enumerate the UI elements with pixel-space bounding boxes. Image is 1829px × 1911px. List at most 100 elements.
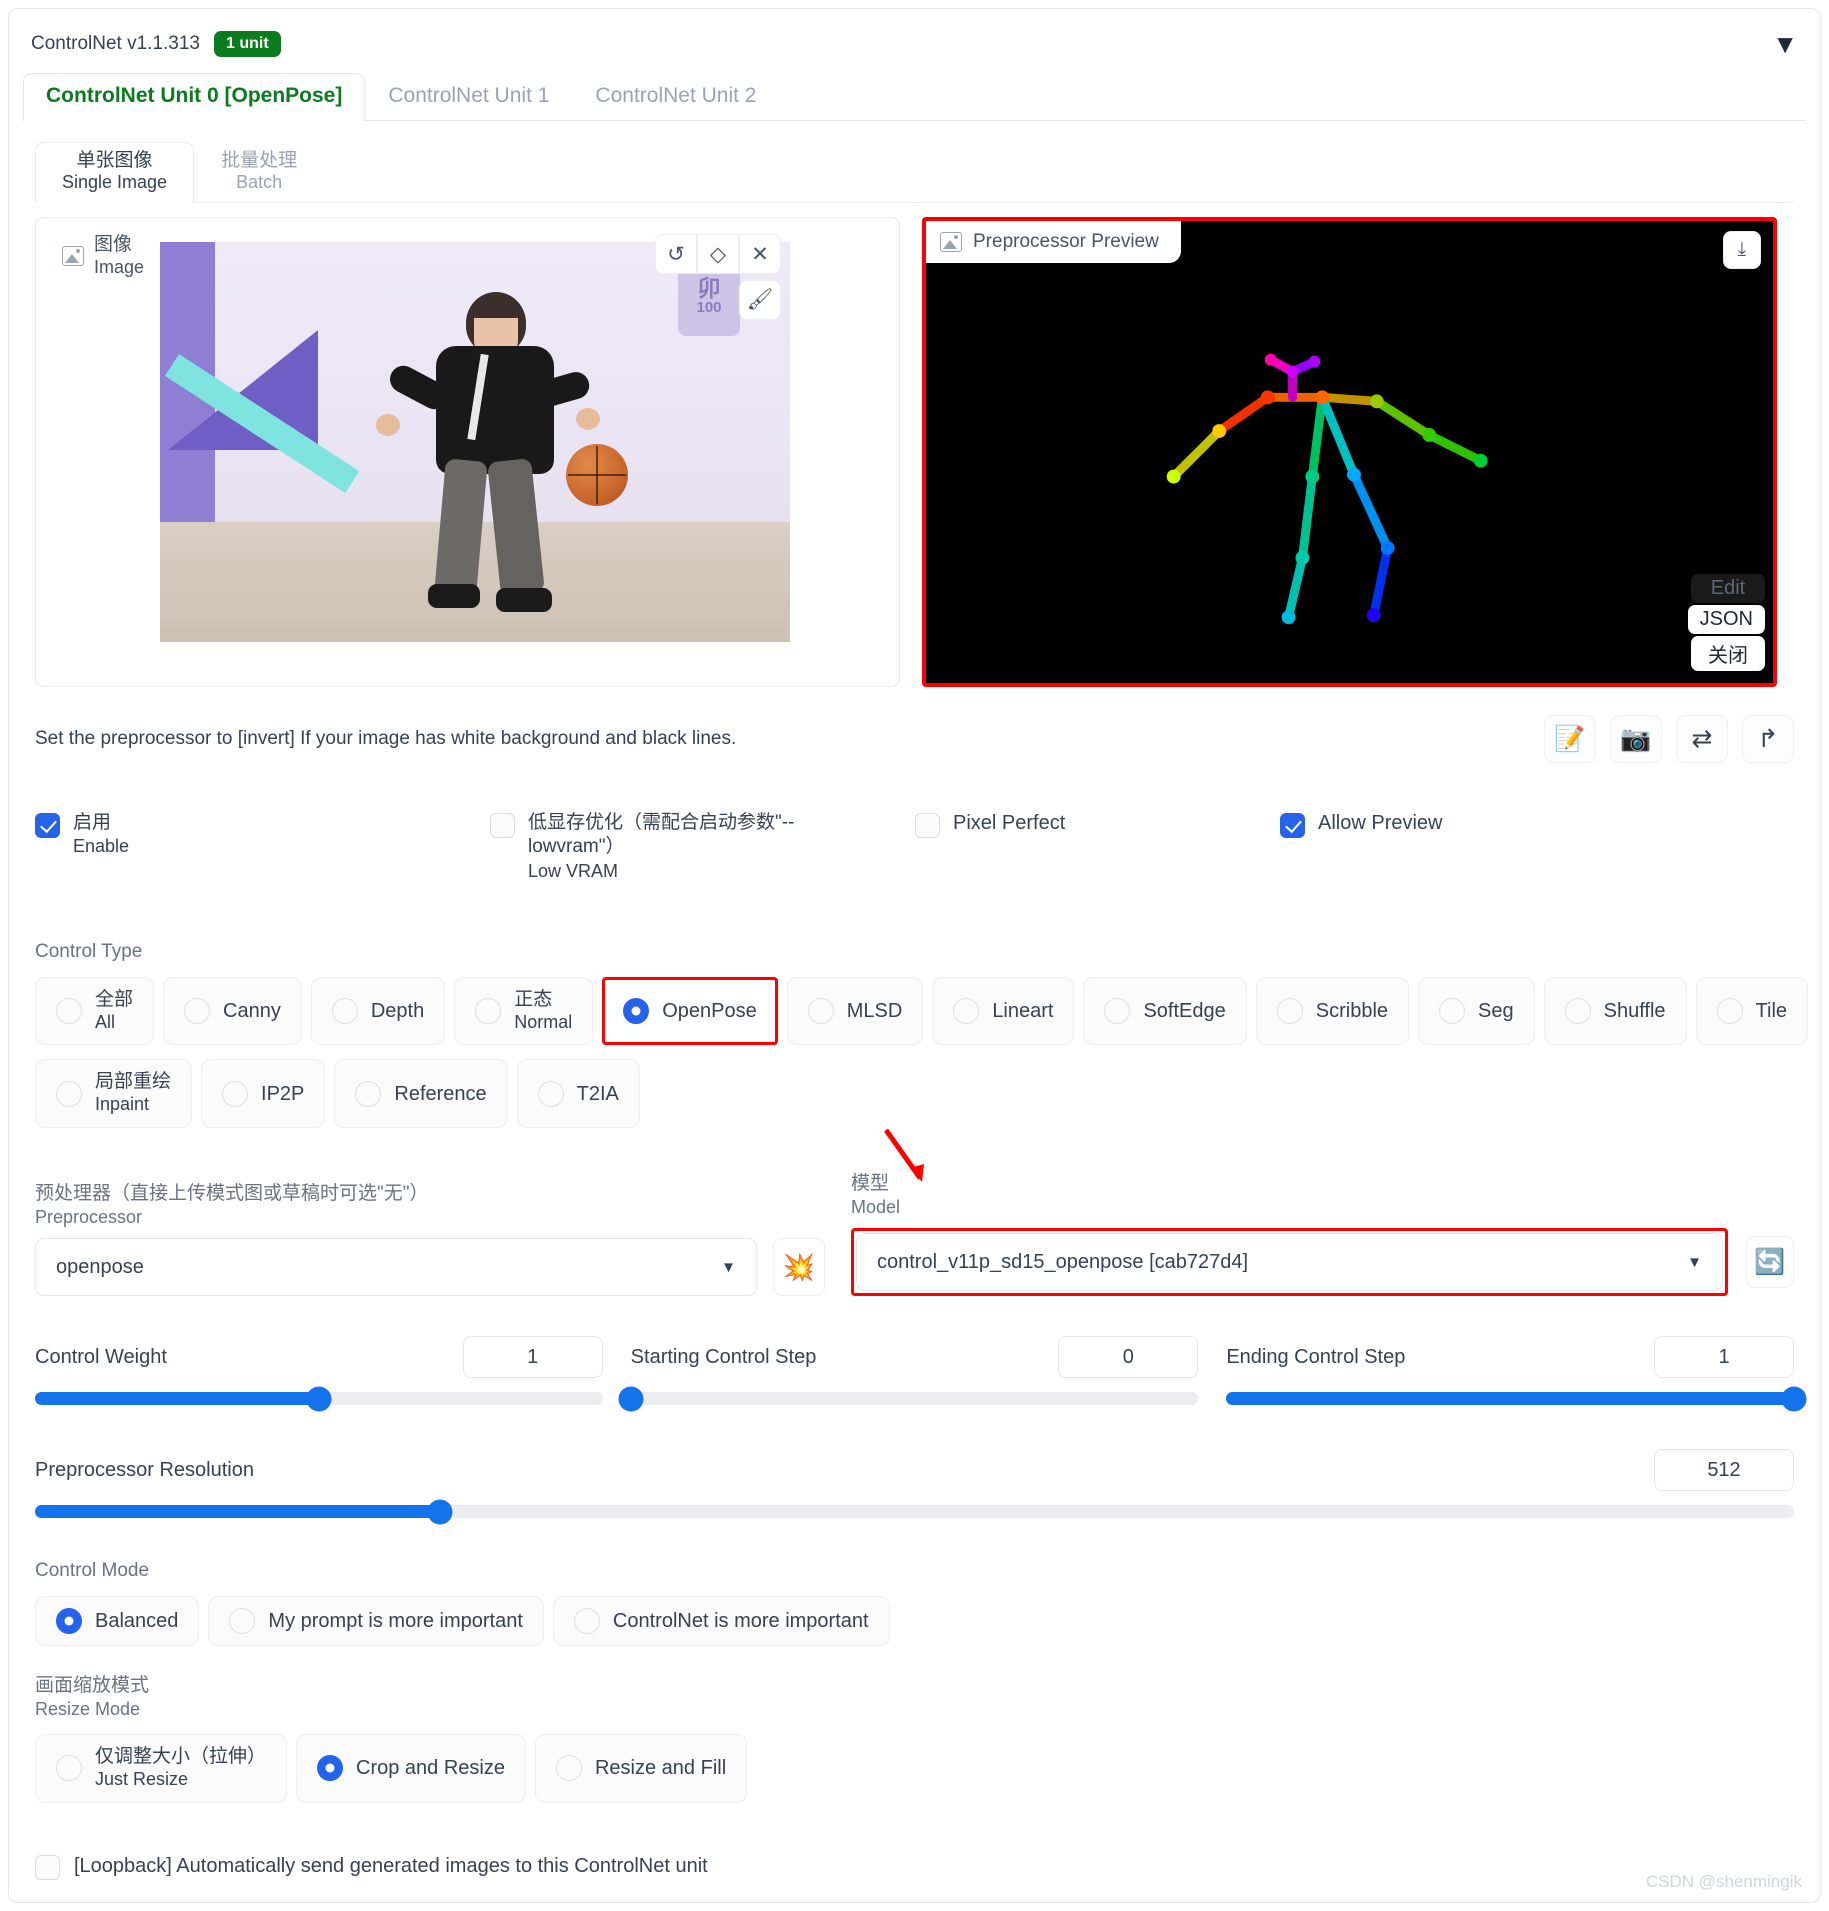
preprocessor-preview-box[interactable]: Preprocessor Preview ⤓ Edit JSON 关闭 [922, 217, 1777, 687]
preprocessor-value: openpose [56, 1255, 144, 1278]
checkbox-pixel-perfect-box[interactable] [915, 813, 940, 838]
radio-just-resize[interactable] [56, 1755, 82, 1782]
radio-resize-and-fill[interactable] [555, 1755, 582, 1782]
checkbox-allow-preview-box[interactable] [1280, 813, 1305, 838]
control-mode-prompt-important[interactable]: My prompt is more important [208, 1596, 544, 1647]
run-preprocessor-button[interactable]: 💥 [773, 1238, 825, 1297]
model-select[interactable]: control_v11p_sd15_openpose [cab727d4] ▼ [856, 1233, 1723, 1292]
radio-normal[interactable] [475, 998, 502, 1025]
send-icon[interactable]: ↱ [1742, 715, 1794, 763]
control-type-ip2p[interactable]: IP2P [201, 1059, 326, 1128]
starting-step-value[interactable]: 0 [1058, 1336, 1199, 1379]
image-upload-box[interactable]: 图像 Image 卯 100 ↺ ◇ ✕ 🖌 [35, 217, 900, 687]
preview-label: Preprocessor Preview [973, 231, 1159, 252]
model-group: 模型 Model control_v11p_sd15_openpose [cab… [851, 1172, 1794, 1297]
radio-controlnet-important[interactable] [573, 1608, 600, 1635]
checkbox-pixel-perfect-label: Pixel Perfect [953, 812, 1066, 834]
radio-reference[interactable] [355, 1080, 382, 1107]
resize-mode-resize-and-fill[interactable]: Resize and Fill [534, 1734, 748, 1803]
control-type-openpose[interactable]: OpenPose [602, 977, 778, 1046]
tab-single-image[interactable]: 单张图像 Single Image [35, 141, 195, 203]
tab-unit-0[interactable]: ControlNet Unit 0 [OpenPose] [23, 73, 366, 121]
radio-tile[interactable] [1716, 998, 1743, 1025]
radio-softedge[interactable] [1104, 998, 1131, 1025]
unit-tabs: ControlNet Unit 0 [OpenPose] ControlNet … [23, 69, 1806, 121]
resize-mode-crop-and-resize[interactable]: Crop and Resize [296, 1734, 526, 1803]
refresh-models-button[interactable]: 🔄 [1746, 1236, 1794, 1289]
radio-t2ia[interactable] [537, 1080, 564, 1107]
resize-mode-crop-and-resize-label: Crop and Resize [356, 1757, 505, 1780]
resize-mode-just-resize[interactable]: 仅调整大小（拉伸） Just Resize [35, 1734, 288, 1803]
radio-inpaint[interactable] [56, 1080, 82, 1107]
checkbox-enable-box[interactable] [35, 813, 60, 838]
radio-mlsd[interactable] [807, 998, 834, 1025]
radio-scribble[interactable] [1276, 998, 1303, 1025]
checkbox-enable[interactable]: 启用 Enable [35, 811, 490, 858]
edit-note-icon[interactable]: 📝 [1544, 715, 1596, 763]
undo-icon[interactable]: ↺ [655, 234, 697, 274]
control-type-t2ia[interactable]: T2IA [516, 1059, 640, 1128]
radio-prompt-important[interactable] [229, 1608, 256, 1635]
checkbox-low-vram[interactable]: 低显存优化（需配合启动参数"--lowvram"） Low VRAM [490, 811, 915, 883]
checkbox-allow-preview[interactable]: Allow Preview [1280, 811, 1442, 838]
close-preview-button[interactable]: 关闭 [1691, 636, 1765, 671]
control-type-lineart[interactable]: Lineart [932, 977, 1075, 1046]
control-type-normal[interactable]: 正态 Normal [454, 977, 594, 1046]
radio-balanced[interactable] [56, 1608, 82, 1635]
download-icon[interactable]: ⤓ [1723, 231, 1761, 269]
image-label-en: Image [94, 256, 145, 277]
control-type-inpaint-cn: 局部重绘 [95, 1071, 172, 1093]
control-type-scribble[interactable]: Scribble [1255, 977, 1410, 1046]
tab-batch[interactable]: 批量处理 Batch [194, 142, 324, 202]
swap-icon[interactable]: ⇄ [1676, 715, 1728, 763]
preprocessor-resolution-value[interactable]: 512 [1654, 1449, 1794, 1492]
radio-lineart[interactable] [953, 998, 980, 1025]
control-type-inpaint[interactable]: 局部重绘 Inpaint [35, 1059, 193, 1128]
resize-mode-label-cn: 画面缩放模式 [35, 1675, 150, 1697]
json-button[interactable]: JSON [1687, 605, 1765, 634]
resize-mode-label-en: Resize Mode [35, 1698, 141, 1719]
radio-crop-and-resize[interactable] [317, 1755, 344, 1782]
control-type-tile[interactable]: Tile [1695, 977, 1809, 1046]
image-icon [940, 232, 962, 252]
checkbox-low-vram-box[interactable] [490, 813, 515, 838]
checkbox-pixel-perfect[interactable]: Pixel Perfect [915, 811, 1280, 838]
tab-unit-1[interactable]: ControlNet Unit 1 [365, 73, 572, 120]
brush-icon[interactable]: 🖌 [739, 280, 781, 320]
control-type-shuffle[interactable]: Shuffle [1543, 977, 1687, 1046]
control-type-lineart-label: Lineart [992, 1000, 1054, 1023]
control-type-depth[interactable]: Depth [310, 977, 446, 1046]
radio-ip2p[interactable] [222, 1080, 249, 1107]
edit-button[interactable]: Edit [1691, 574, 1765, 603]
ending-step-value[interactable]: 1 [1654, 1336, 1795, 1379]
close-icon[interactable]: ✕ [739, 234, 781, 274]
camera-icon[interactable]: 📷 [1610, 715, 1662, 763]
control-mode-controlnet-important[interactable]: ControlNet is more important [552, 1596, 890, 1647]
tab-single-image-en: Single Image [62, 172, 168, 193]
control-type-mlsd[interactable]: MLSD [786, 977, 924, 1046]
control-type-softedge[interactable]: SoftEdge [1083, 977, 1247, 1046]
radio-depth[interactable] [331, 998, 358, 1025]
eraser-icon[interactable]: ◇ [697, 234, 739, 274]
radio-shuffle[interactable] [1564, 998, 1591, 1025]
ending-step-label: Ending Control Step [1226, 1345, 1406, 1368]
preprocessor-resolution-slider[interactable] [35, 1499, 1794, 1525]
radio-canny[interactable] [184, 998, 211, 1025]
checkbox-loopback[interactable]: [Loopback] Automatically send generated … [35, 1853, 1794, 1880]
control-weight-value[interactable]: 1 [462, 1336, 603, 1379]
control-type-seg[interactable]: Seg [1418, 977, 1535, 1046]
control-type-all[interactable]: 全部 All [35, 977, 155, 1046]
radio-all[interactable] [56, 998, 82, 1025]
control-type-reference[interactable]: Reference [334, 1059, 508, 1128]
tab-unit-2[interactable]: ControlNet Unit 2 [572, 73, 779, 120]
radio-openpose[interactable] [623, 998, 650, 1025]
checkbox-loopback-box[interactable] [35, 1854, 60, 1880]
control-type-canny[interactable]: Canny [163, 977, 302, 1046]
radio-seg[interactable] [1439, 998, 1466, 1025]
control-mode-balanced[interactable]: Balanced [35, 1596, 200, 1647]
ending-step-slider[interactable] [1226, 1386, 1807, 1412]
control-weight-slider[interactable] [35, 1386, 603, 1412]
starting-step-slider[interactable] [618, 1386, 1199, 1412]
caret-down-icon[interactable]: ▼ [1772, 31, 1798, 57]
preprocessor-select[interactable]: openpose ▼ [35, 1238, 757, 1297]
